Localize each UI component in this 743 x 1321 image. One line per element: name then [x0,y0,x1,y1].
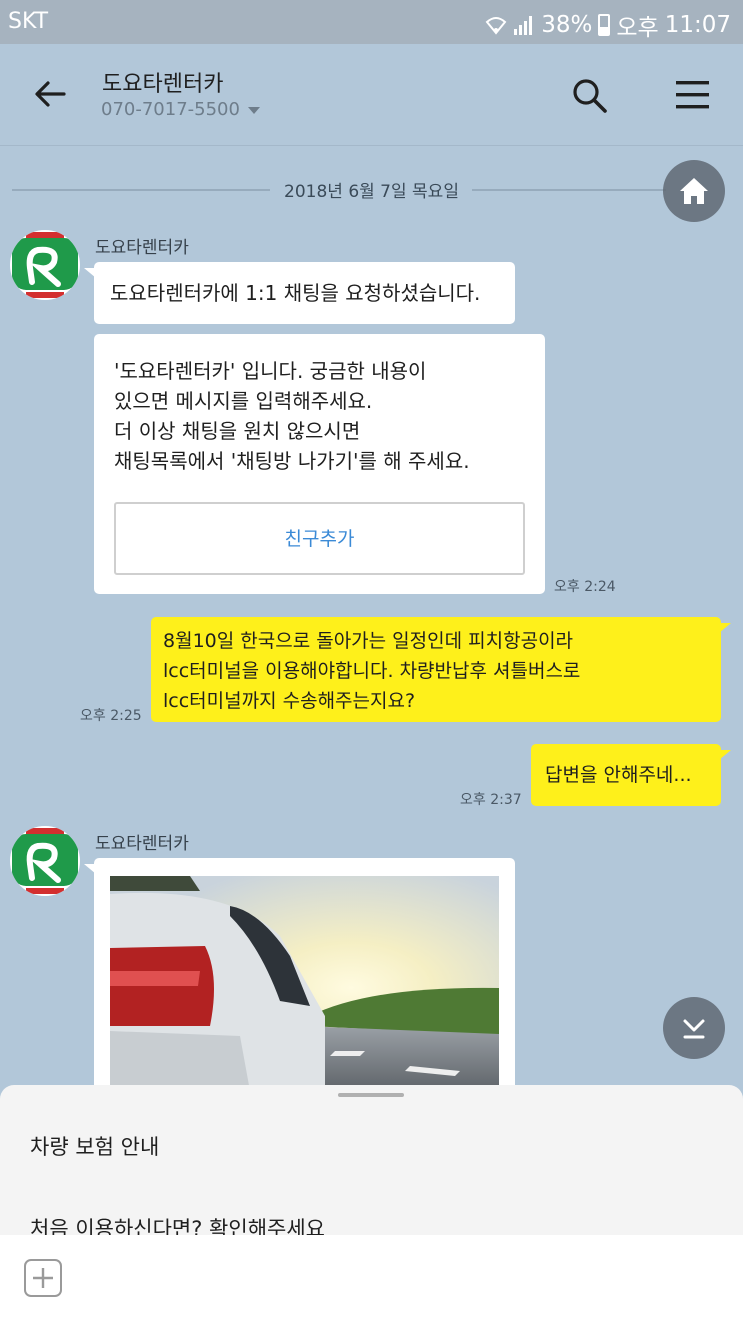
search-icon[interactable] [570,76,610,116]
date-divider: 2018년 6월 7일 목요일 [12,176,726,204]
message-text: 도요타렌터카에 1:1 채팅을 요청하셨습니다. [110,281,481,305]
image-card-received[interactable] [84,858,515,1098]
chat-title: 도요타렌터카 [102,72,224,97]
message-line: 8월10일 한국으로 돌아가는 일정인데 피치항공이라 [163,630,574,652]
chat-header: 도요타렌터카 070-7017-5500 [0,44,743,146]
sheet-handle[interactable] [338,1093,404,1097]
message-time: 오후 2:25 [80,708,142,724]
message-card-received: '도요타렌터카' 입니다. 궁금한 내용이 있으면 메시지를 입력해주세요. 더… [94,334,545,594]
message-line: 채팅목록에서 '채팅방 나가기'를 해 주세요. [114,449,470,473]
clock-ampm: 오후 [616,15,659,41]
message-line: 더 이상 채팅을 원치 않으시면 [114,419,361,443]
sender-name: 도요타렌터카 [95,238,189,258]
message-time: 오후 2:37 [460,792,522,808]
back-arrow-icon[interactable] [30,74,70,114]
clock-time: 11:07 [664,12,731,38]
message-bubble-sent[interactable]: 답변을 안해주네... [531,744,731,806]
message-line: '도요타렌터카' 입니다. 궁금한 내용이 [114,359,427,383]
signal-icon [514,16,533,35]
toyota-rentacar-logo [11,827,79,895]
add-friend-button[interactable]: 친구추가 [114,502,525,575]
message-bubble-sent[interactable]: 8월10일 한국으로 돌아가는 일정인데 피치항공이라 lcc터미널을 이용해야… [151,617,731,722]
avatar[interactable] [10,826,80,896]
battery-percent: 38% [541,12,593,38]
home-icon [680,178,708,204]
battery-icon [598,14,611,36]
plus-icon [33,1268,53,1288]
caret-down-icon [247,106,260,114]
message-time: 오후 2:24 [554,579,616,595]
message-line: lcc터미널까지 수송해주는지요? [163,690,416,712]
phone-dropdown[interactable]: 070-7017-5500 [101,99,260,120]
status-bar: SKT 38% 오후 11:07 [0,0,743,44]
chevron-down-icon [683,1019,705,1039]
menu-item-first-time[interactable]: 처음 이용하신다면? 확인해주세요 [30,1213,325,1235]
phone-number: 070-7017-5500 [101,99,240,120]
date-label: 2018년 6월 7일 목요일 [284,182,459,202]
attach-button[interactable] [24,1259,62,1297]
sender-name: 도요타렌터카 [95,834,189,854]
message-text: 답변을 안해주네... [545,764,692,786]
input-bar [0,1235,743,1321]
car-photo [110,876,499,1091]
menu-item-insurance[interactable]: 차량 보험 안내 [30,1131,159,1161]
hamburger-menu-icon[interactable] [672,78,712,112]
scroll-to-bottom-button[interactable] [663,997,725,1059]
avatar[interactable] [10,230,80,300]
message-line: lcc터미널을 이용해야합니다. 차량반납후 셔틀버스로 [163,660,581,682]
message-line: 있으면 메시지를 입력해주세요. [114,389,373,413]
message-bubble-received[interactable]: 도요타렌터카에 1:1 채팅을 요청하셨습니다. [84,262,515,324]
toyota-rentacar-logo [11,231,79,299]
home-button[interactable] [663,160,725,222]
wifi-icon [485,17,507,35]
carrier-label: SKT [8,9,49,34]
quick-menu-sheet: 차량 보험 안내 처음 이용하신다면? 확인해주세요 [0,1085,743,1235]
